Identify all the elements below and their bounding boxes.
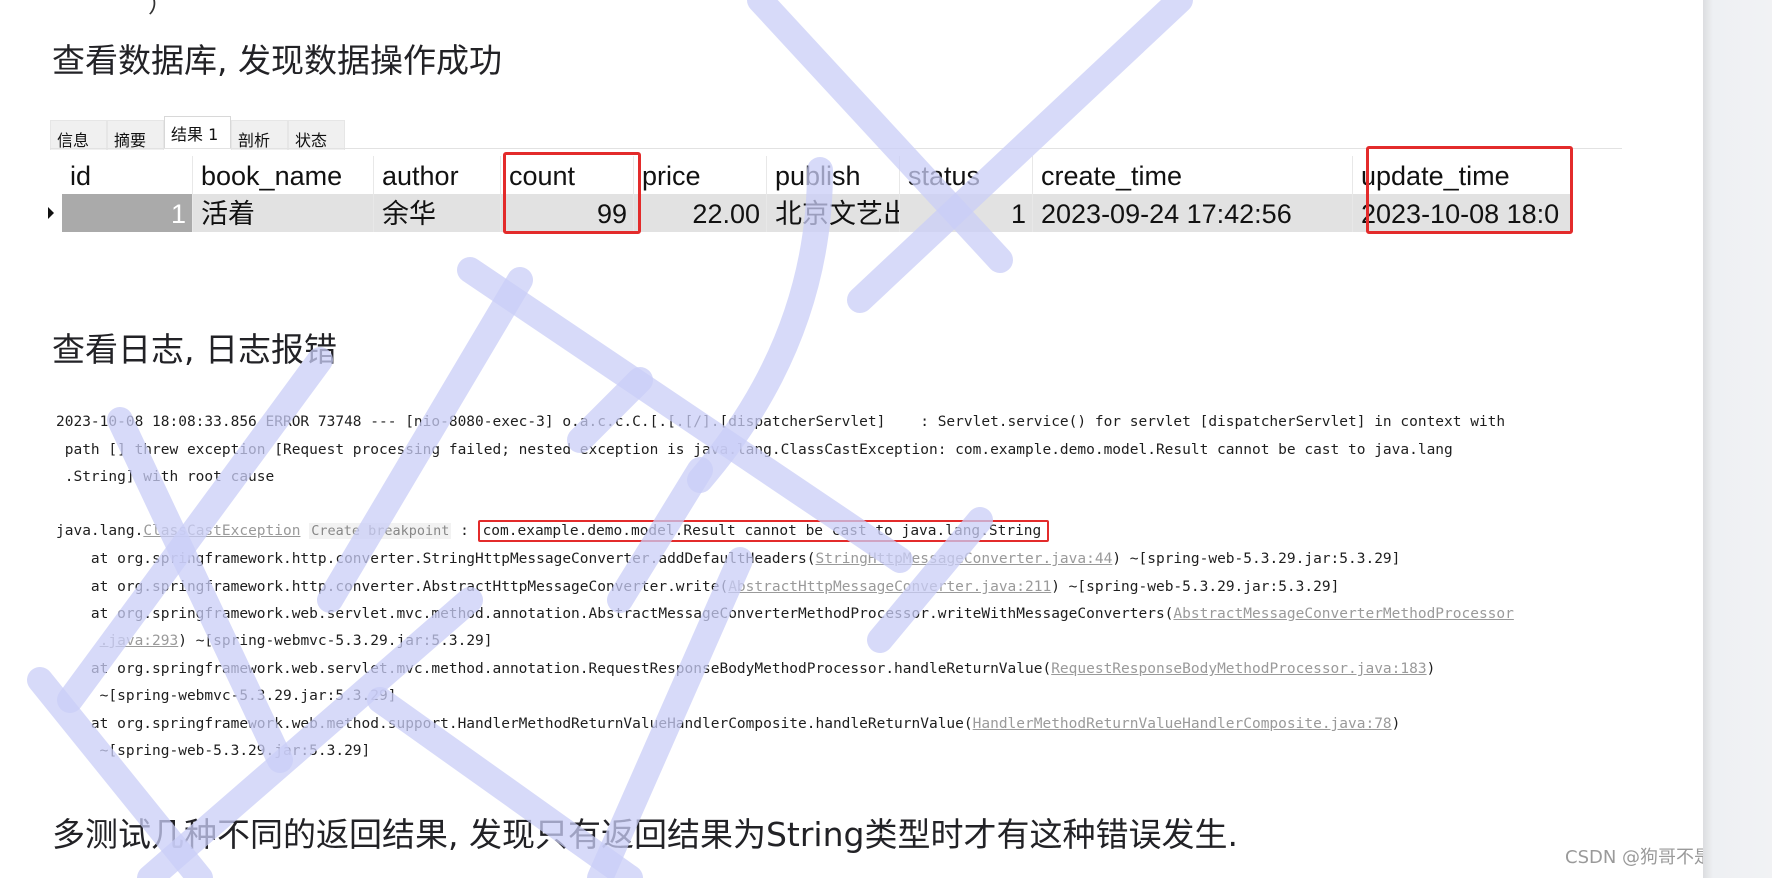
tab-result-1[interactable]: 结果 1 — [164, 116, 231, 148]
column-header-create-time[interactable]: create_time — [1033, 156, 1353, 194]
cell-author[interactable]: 余华 — [374, 194, 501, 232]
stack-frame: at org.springframework.http.converter.Ab… — [56, 579, 1339, 595]
exception-line: java.lang.ClassCastException Create brea… — [56, 520, 1050, 542]
csdn-watermark: CSDN @狗哥不是甜妹 — [1565, 847, 1703, 868]
stack-frame-continuation: ~[spring-webmvc-5.3.29.jar:5.3.29] — [56, 688, 397, 704]
tab-summary[interactable]: 摘要 — [107, 120, 164, 150]
heading-log-check: 查看日志, 日志报错 — [52, 330, 337, 369]
column-header-status[interactable]: status — [900, 156, 1033, 194]
frame-tail: ) ~[spring-web-5.3.29.jar:5.3.29] — [1051, 579, 1340, 595]
page-scroll-gutter[interactable] — [1703, 0, 1772, 878]
stack-frame-continuation: .java:293) ~[spring-webmvc-5.3.29.jar:5.… — [56, 633, 493, 649]
frame-text: at org.springframework.web.method.suppor… — [56, 716, 973, 732]
source-link[interactable]: HandlerMethodReturnValueHandlerComposite… — [973, 716, 1392, 732]
source-link[interactable]: StringHttpMessageConverter.java:44 — [816, 551, 1113, 567]
cell-publish[interactable]: 北京文艺出 — [767, 194, 900, 232]
frame-tail: ) ~[spring-web-5.3.29.jar:5.3.29] — [1112, 551, 1401, 567]
frame-text: at org.springframework.web.servlet.mvc.m… — [56, 661, 1052, 677]
stack-frame: at org.springframework.http.converter.St… — [56, 551, 1401, 567]
heading-db-check: 查看数据库, 发现数据操作成功 — [52, 41, 502, 80]
cell-price[interactable]: 22.00 — [634, 194, 767, 232]
log-line: 2023-10-08 18:08:33.856 ERROR 73748 --- … — [56, 414, 1506, 430]
exception-separator: : — [451, 523, 478, 539]
exception-prefix: java.lang. — [56, 523, 144, 539]
frame-text: at org.springframework.http.converter.St… — [56, 551, 816, 567]
source-link[interactable]: RequestResponseBodyMethodProcessor.java:… — [1051, 661, 1426, 677]
source-link[interactable]: AbstractMessageConverterMethodProcessor — [1173, 606, 1513, 622]
frame-tail: ) — [1391, 716, 1401, 732]
watermark-stroke — [847, 0, 1193, 313]
stack-frame: at org.springframework.web.servlet.mvc.m… — [56, 661, 1435, 677]
highlight-box-update-time — [1366, 146, 1573, 234]
stack-frame: at org.springframework.web.servlet.mvc.m… — [56, 606, 1514, 622]
create-breakpoint-hint[interactable]: Create breakpoint — [309, 523, 452, 539]
log-line: path [] threw exception [Request process… — [56, 442, 1453, 458]
current-row-marker-icon — [48, 207, 54, 219]
column-header-id[interactable]: id — [62, 156, 193, 194]
tab-status[interactable]: 状态 — [288, 120, 345, 150]
watermark-stroke — [567, 367, 653, 453]
cell-create-time[interactable]: 2023-09-24 17:42:56 — [1033, 194, 1353, 232]
article-page: ） 查看数据库, 发现数据操作成功 信息 摘要 结果 1 剖析 状态 id bo… — [0, 0, 1703, 878]
tab-info[interactable]: 信息 — [50, 120, 107, 150]
exception-message-highlight: com.example.demo.model.Result cannot be … — [477, 520, 1050, 542]
stack-frame: at org.springframework.web.method.suppor… — [56, 716, 1400, 732]
cell-status[interactable]: 1 — [900, 194, 1033, 232]
column-header-book-name[interactable]: book_name — [193, 156, 374, 194]
source-link[interactable]: .java:293 — [100, 633, 179, 649]
column-header-price[interactable]: price — [634, 156, 767, 194]
log-line: .String] with root cause — [56, 469, 275, 485]
frame-tail: ) ~[spring-webmvc-5.3.29.jar:5.3.29] — [178, 633, 493, 649]
heading-conclusion: 多测试几种不同的返回结果, 发现只有返回结果为String类型时才有这种错误发生… — [52, 815, 1238, 854]
partial-text-top: ） — [148, 0, 172, 18]
column-header-author[interactable]: author — [374, 156, 501, 194]
frame-text: at org.springframework.web.servlet.mvc.m… — [56, 606, 1174, 622]
frame-tail: ) — [1426, 661, 1436, 677]
column-header-publish[interactable]: publish — [767, 156, 900, 194]
source-link[interactable]: AbstractHttpMessageConverter.java:211 — [728, 579, 1051, 595]
tab-profile[interactable]: 剖析 — [231, 120, 288, 150]
result-tabs: 信息 摘要 结果 1 剖析 状态 — [50, 116, 345, 150]
cell-id[interactable]: 1 — [62, 194, 193, 232]
cell-book-name[interactable]: 活着 — [193, 194, 374, 232]
highlight-box-count — [503, 152, 641, 234]
frame-text: at org.springframework.http.converter.Ab… — [56, 579, 729, 595]
stack-frame-continuation: ~[spring-web-5.3.29.jar:5.3.29] — [56, 743, 371, 759]
exception-class-link[interactable]: ClassCastException — [143, 523, 300, 539]
